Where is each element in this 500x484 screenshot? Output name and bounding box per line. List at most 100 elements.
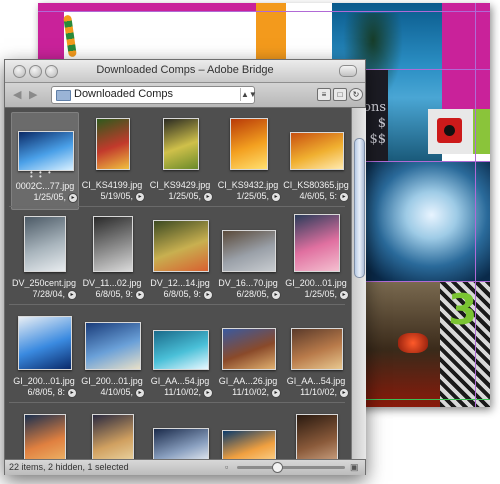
thumbnail-cell[interactable]: GI_200...01.jpg 4/10/05, ▸ xyxy=(79,308,145,404)
open-badge-icon[interactable]: ▸ xyxy=(271,192,281,202)
magenta-corner xyxy=(442,3,490,111)
thumbnail-filename: GI_200...01.jpg xyxy=(285,278,347,288)
thumbnail-cell[interactable] xyxy=(79,406,145,459)
refresh-icon[interactable]: ↻ xyxy=(349,88,363,101)
back-arrow-icon[interactable]: ◀ xyxy=(13,88,21,101)
open-badge-icon[interactable]: ▸ xyxy=(339,388,349,398)
hurricane-photo xyxy=(360,161,490,281)
thumbnail-cell[interactable]: GI_AA...54.jpg 11/10/02, ▸ xyxy=(147,308,213,404)
thumbnail-cell[interactable]: CI_KS9432.jpg 1/25/05, ▸ xyxy=(215,112,281,208)
pattern-panel: 3 xyxy=(440,281,490,407)
thumbnail-cell[interactable]: DV_16...70.jpg 6/28/05, ▸ xyxy=(215,210,281,306)
thumbnail-image[interactable] xyxy=(222,230,276,272)
open-badge-icon[interactable]: ▸ xyxy=(68,193,78,203)
chevron-updown-icon[interactable]: ▲▼ xyxy=(240,88,257,101)
thumbnail-filename: GI_200...01.jpg xyxy=(81,376,143,386)
thumbnail-image[interactable] xyxy=(24,414,66,459)
thumbnail-filename: DV_16...70.jpg xyxy=(218,278,278,288)
thumbnail-cell[interactable] xyxy=(215,406,281,459)
zoom-out-icon[interactable]: ▫ xyxy=(225,462,228,472)
toolbar: ◀ ▶ Downloaded Comps ▲▼ ≡ □ ↻ xyxy=(5,83,365,108)
guide-line xyxy=(38,11,490,12)
open-badge-icon[interactable]: ▸ xyxy=(67,388,77,398)
open-badge-icon[interactable]: ▸ xyxy=(271,388,281,398)
thumbnail-cell[interactable] xyxy=(283,406,349,459)
thumbnail-image[interactable] xyxy=(222,328,276,370)
thumbnail-filename: CI_KS9429.jpg xyxy=(149,180,211,190)
thumbnail-image[interactable] xyxy=(93,216,133,272)
thumbnail-image[interactable] xyxy=(153,330,209,370)
row-separator xyxy=(9,304,345,305)
open-badge-icon[interactable]: ▸ xyxy=(203,192,213,202)
thumbnail-cell[interactable]: DV_11...02.jpg 6/8/05, 9: ▸ xyxy=(79,210,145,306)
thumbnail-size-slider[interactable] xyxy=(237,462,345,473)
thumbnail-cell[interactable]: GI_200...01.jpg 6/8/05, 8: ▸ xyxy=(11,308,77,404)
thumbnail-date: 1/25/05, xyxy=(304,289,337,299)
thumbnail-image[interactable] xyxy=(92,414,134,459)
thumbnail-date: 1/25/05, xyxy=(33,192,66,202)
thumbnail-date: 11/10/02, xyxy=(164,387,201,397)
window-icon[interactable]: □ xyxy=(333,88,347,101)
open-badge-icon[interactable]: ▸ xyxy=(135,192,145,202)
list-view-icon[interactable]: ≡ xyxy=(317,88,331,101)
window-title: Downloaded Comps – Adobe Bridge xyxy=(96,64,274,76)
thumbnail-cell[interactable]: GI_AA...54.jpg 11/10/02, ▸ xyxy=(283,308,349,404)
thumbnail-image[interactable] xyxy=(18,316,72,370)
thumbnail-date: 6/28/05, xyxy=(236,289,269,299)
thumbnail-cell[interactable]: • • • • • 0002C...77.jpg 1/25/05, ▸ xyxy=(11,112,79,210)
thumbnail-image[interactable] xyxy=(230,118,268,170)
thumbnail-image[interactable] xyxy=(24,216,66,272)
thumbnail-filename: GI_AA...54.jpg xyxy=(150,376,210,386)
toolbar-toggle-button[interactable] xyxy=(339,65,357,77)
open-badge-icon[interactable]: ▸ xyxy=(271,290,281,300)
open-badge-icon[interactable]: ▸ xyxy=(203,388,213,398)
open-badge-icon[interactable]: ▸ xyxy=(339,192,349,202)
thumbnail-image[interactable] xyxy=(18,131,74,171)
thumbnail-filename: GI_200...01.jpg xyxy=(13,376,75,386)
thumbnail-cell[interactable]: CI_KS9429.jpg 1/25/05, ▸ xyxy=(147,112,213,208)
thumbnail-image[interactable] xyxy=(163,118,199,170)
thumbnail-image[interactable] xyxy=(96,118,130,170)
bridge-window: Downloaded Comps – Adobe Bridge ◀ ▶ Down… xyxy=(4,59,366,475)
rating-dots[interactable]: • • • • • xyxy=(30,169,60,181)
open-badge-icon[interactable]: ▸ xyxy=(135,388,145,398)
thumbnail-cell[interactable] xyxy=(11,406,77,459)
forward-arrow-icon[interactable]: ▶ xyxy=(29,88,37,101)
scrollbar-thumb[interactable] xyxy=(354,138,365,278)
thumbnail-filename: CI_KS80365.jpg xyxy=(283,180,349,190)
thumbnail-image[interactable] xyxy=(153,220,209,272)
thumbnail-date: 1/25/05, xyxy=(168,191,201,201)
thumbnail-cell[interactable]: DV_250cent.jpg 7/28/04, ▸ xyxy=(11,210,77,306)
open-badge-icon[interactable]: ▸ xyxy=(203,290,213,300)
thumbnail-cell[interactable]: CI_KS80365.jpg 4/6/05, 5: ▸ xyxy=(283,112,349,208)
open-badge-icon[interactable]: ▸ xyxy=(135,290,145,300)
thumbnail-image[interactable] xyxy=(290,132,344,170)
open-badge-icon[interactable]: ▸ xyxy=(339,290,349,300)
thumbnail-image[interactable] xyxy=(296,414,338,459)
thumbnail-image[interactable] xyxy=(291,328,343,370)
thumbnail-cell[interactable]: CI_KS4199.jpg 5/19/05, ▸ xyxy=(79,112,145,208)
thumbnail-date: 11/10/02, xyxy=(300,387,337,397)
folder-path-label: Downloaded Comps xyxy=(74,88,174,100)
thumbnail-image[interactable] xyxy=(85,322,141,370)
open-badge-icon[interactable]: ▸ xyxy=(67,290,77,300)
zoom-in-icon[interactable]: ▣ xyxy=(350,462,359,473)
vertical-scrollbar[interactable] xyxy=(351,108,366,459)
thumbnail-content-pane: • • • • • 0002C...77.jpg 1/25/05, ▸ CI_KS419… xyxy=(5,108,351,459)
guide-line xyxy=(475,3,476,407)
thumbnail-cell[interactable] xyxy=(147,406,213,459)
thumbnail-filename: GI_AA...26.jpg xyxy=(218,376,278,386)
thumbnail-filename: CI_KS4199.jpg xyxy=(81,180,143,190)
folder-path-dropdown[interactable]: Downloaded Comps ▲▼ xyxy=(51,86,257,104)
thumbnail-cell[interactable]: GI_200...01.jpg 1/25/05, ▸ xyxy=(283,210,349,306)
thumbnail-date: 7/28/04, xyxy=(32,289,65,299)
thumbnail-image[interactable] xyxy=(222,430,276,459)
slider-knob[interactable] xyxy=(272,462,283,473)
thumbnail-date: 6/8/05, 9: xyxy=(95,289,133,299)
title-bar[interactable]: Downloaded Comps – Adobe Bridge xyxy=(5,60,365,83)
thumbnail-filename: 0002C...77.jpg xyxy=(15,181,75,191)
thumbnail-image[interactable] xyxy=(294,214,340,272)
thumbnail-image[interactable] xyxy=(153,428,209,459)
thumbnail-cell[interactable]: GI_AA...26.jpg 11/10/02, ▸ xyxy=(215,308,281,404)
thumbnail-cell[interactable]: DV_12...14.jpg 6/8/05, 9: ▸ xyxy=(147,210,213,306)
